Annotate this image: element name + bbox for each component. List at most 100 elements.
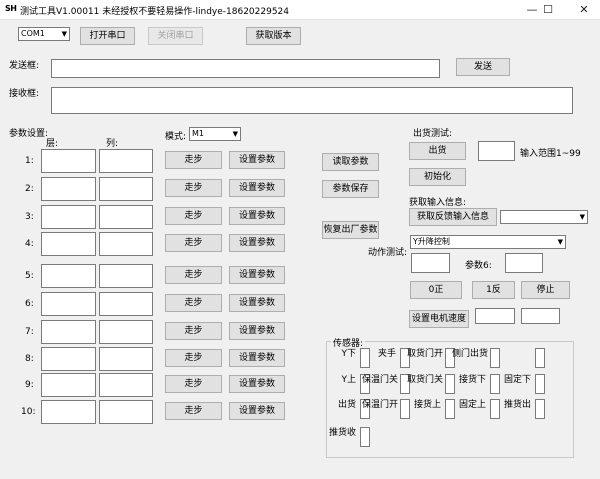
action-select[interactable]: Y升降控制 ▼ [410,235,566,249]
ship-button[interactable]: 出货 [409,142,466,160]
get-version-button[interactable]: 获取版本 [246,27,301,45]
sensor-label: Y下 [341,349,357,359]
row-number: 7: [25,327,34,337]
column-input[interactable] [99,292,153,316]
stop-button[interactable]: 停止 [521,281,570,299]
action-value-input[interactable] [411,253,450,273]
column-input[interactable] [99,232,153,256]
receive-box[interactable] [51,87,573,114]
layer-input[interactable] [41,205,96,229]
step-button[interactable]: 走步 [165,402,222,420]
set-params-button[interactable]: 设置参数 [229,322,285,340]
motor-speed-input-1[interactable] [475,308,515,324]
set-params-button[interactable]: 设置参数 [229,266,285,284]
step-button[interactable]: 走步 [165,294,222,312]
row-number: 8: [25,354,34,364]
params-title: 参数设置: [9,129,49,139]
send-input[interactable] [51,59,440,78]
sensor-indicator [535,399,545,419]
step-button[interactable]: 走步 [165,266,222,284]
row-number: 9: [25,380,34,390]
chevron-down-icon: ▼ [557,238,563,246]
sensor-indicator [490,348,500,368]
ship-quantity-input[interactable] [478,141,515,161]
step-button[interactable]: 走步 [165,234,222,252]
column-input[interactable] [99,400,153,424]
sensor-label: 接货下 [458,375,486,385]
read-params-button[interactable]: 读取参数 [322,153,379,171]
column-input[interactable] [99,347,153,371]
motor-speed-input-2[interactable] [521,308,560,324]
chevron-down-icon: ▼ [232,130,238,138]
sensor-label: 侧门出货 [452,349,489,359]
layer-input[interactable] [41,320,96,344]
step-button[interactable]: 走步 [165,375,222,393]
row-number: 4: [25,239,34,249]
mode-label: 模式: [165,132,187,142]
action-select-value: Y升降控制 [413,237,450,246]
action-title: 动作测试: [368,248,408,258]
close-port-button[interactable]: 关闭串口 [148,27,203,45]
open-port-button[interactable]: 打开串口 [80,27,135,45]
set-params-button[interactable]: 设置参数 [229,294,285,312]
port-select[interactable]: COM1 ▼ [18,27,70,41]
get-feedback-button[interactable]: 获取反馈输入信息 [409,208,497,226]
input-info-title: 获取输入信息: [409,198,467,208]
row-number: 3: [25,212,34,222]
column-input[interactable] [99,264,153,288]
set-params-button[interactable]: 设置参数 [229,179,285,197]
sensor-indicator [535,374,545,394]
row-number: 5: [25,271,34,281]
set-params-button[interactable]: 设置参数 [229,151,285,169]
range-label: 输入范围1~99 [520,149,581,159]
factory-reset-button[interactable]: 恢复出厂参数 [322,221,379,239]
send-button[interactable]: 发送 [456,58,510,76]
step-button[interactable]: 走步 [165,179,222,197]
layer-input[interactable] [41,400,96,424]
layer-input[interactable] [41,232,96,256]
sensor-label: 夹手 [377,349,396,359]
layer-input[interactable] [41,347,96,371]
layer-input[interactable] [41,373,96,397]
shipping-title: 出货测试: [413,129,453,139]
set-params-button[interactable]: 设置参数 [229,349,285,367]
step-button[interactable]: 走步 [165,151,222,169]
sensor-label: 出货 [337,400,356,410]
column-header: 列: [106,139,119,149]
step-button[interactable]: 走步 [165,207,222,225]
layer-input[interactable] [41,177,96,201]
reverse-button[interactable]: 1反 [472,281,515,299]
set-params-button[interactable]: 设置参数 [229,207,285,225]
forward-button[interactable]: 0正 [410,281,462,299]
sensor-label: 保温门开 [362,400,399,410]
set-params-button[interactable]: 设置参数 [229,402,285,420]
column-input[interactable] [99,177,153,201]
port-select-value: COM1 [21,29,45,38]
sensor-label: 接货上 [413,400,441,410]
mode-select[interactable]: M1 ▼ [189,127,241,141]
step-button[interactable]: 走步 [165,349,222,367]
layer-input[interactable] [41,264,96,288]
param6-input[interactable] [505,253,543,273]
row-number: 10: [21,407,36,417]
set-motor-speed-button[interactable]: 设置电机速度 [409,310,469,328]
init-button[interactable]: 初始化 [409,168,466,186]
set-params-button[interactable]: 设置参数 [229,234,285,252]
chevron-down-icon: ▼ [579,213,585,221]
layer-input[interactable] [41,292,96,316]
close-button[interactable]: ✕ [570,0,598,20]
column-input[interactable] [99,205,153,229]
sensor-label: 推货收 [328,428,356,438]
maximize-button[interactable]: ☐ [534,0,562,20]
column-input[interactable] [99,373,153,397]
layer-input[interactable] [41,149,96,173]
save-params-button[interactable]: 参数保存 [322,180,379,198]
row-number: 2: [25,184,34,194]
set-params-button[interactable]: 设置参数 [229,375,285,393]
input-info-select[interactable]: ▼ [500,210,588,224]
row-number: 1: [25,156,34,166]
sensor-label: Y上 [341,375,357,385]
step-button[interactable]: 走步 [165,322,222,340]
column-input[interactable] [99,149,153,173]
column-input[interactable] [99,320,153,344]
